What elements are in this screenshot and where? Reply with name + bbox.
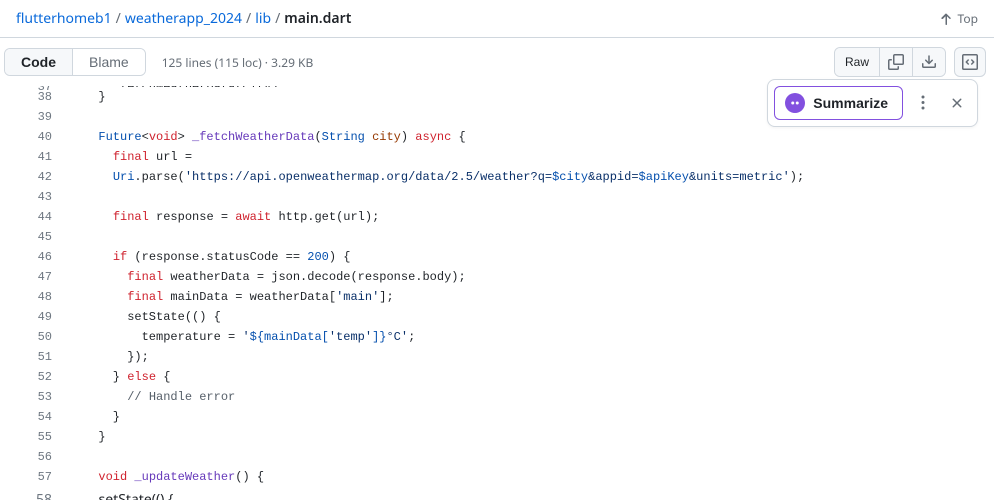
line-number[interactable]: 44 <box>0 207 68 227</box>
code-line[interactable] <box>68 107 84 127</box>
file-actions-group: Raw <box>834 47 946 77</box>
code-row: 40 Future<void> _fetchWeatherData(String… <box>0 127 994 147</box>
code-row: 45 <box>0 227 994 247</box>
code-line[interactable]: } <box>68 407 120 427</box>
code-row: 42 Uri.parse('https://api.openweathermap… <box>0 167 994 187</box>
blame-tab[interactable]: Blame <box>72 49 145 75</box>
scroll-top-link[interactable]: Top <box>938 10 978 27</box>
code-line[interactable]: final url = <box>68 147 192 167</box>
code-bottom-truncate: 58 setState(() { <box>0 490 994 500</box>
code-row: 53 // Handle error <box>0 387 994 407</box>
line-number[interactable]: 39 <box>0 107 68 127</box>
breadcrumb-separator: / <box>246 9 251 28</box>
line-number[interactable]: 45 <box>0 227 68 247</box>
scroll-top-label: Top <box>958 10 978 27</box>
summarize-panel: Summarize <box>767 79 978 127</box>
kebab-icon <box>915 95 931 111</box>
code-line[interactable]: temperature = '${mainData['temp']}°C'; <box>68 327 415 347</box>
arrow-up-icon <box>938 11 954 27</box>
toolbar-left: Code Blame 125 lines (115 loc) · 3.29 KB <box>4 48 313 76</box>
code-line[interactable]: final response = await http.get(url); <box>68 207 379 227</box>
line-number[interactable]: 40 <box>0 127 68 147</box>
close-icon <box>949 95 965 111</box>
line-number[interactable]: 46 <box>0 247 68 267</box>
copy-icon <box>888 54 904 70</box>
breadcrumb-folder[interactable]: lib <box>255 9 271 28</box>
code-line[interactable]: } else { <box>68 367 170 387</box>
code-row: 51 }); <box>0 347 994 367</box>
toolbar-right: Raw <box>834 47 986 77</box>
code-row: 52 } else { <box>0 367 994 387</box>
breadcrumb: flutterhomeb1 / weatherapp_2024 / lib / … <box>16 9 351 28</box>
close-summarize-button[interactable] <box>943 89 971 117</box>
copy-button[interactable] <box>880 48 912 76</box>
code-row: 43 <box>0 187 994 207</box>
symbols-panel-button[interactable] <box>954 47 986 77</box>
breadcrumb-repo[interactable]: weatherapp_2024 <box>125 9 242 28</box>
code-line[interactable] <box>68 447 84 467</box>
code-row: 44 final response = await http.get(url); <box>0 207 994 227</box>
code-line[interactable]: setState(() { <box>68 307 221 327</box>
code-row: 49 setState(() { <box>0 307 994 327</box>
summarize-label: Summarize <box>813 95 888 111</box>
line-number[interactable]: 50 <box>0 327 68 347</box>
code-line[interactable]: Uri.parse('https://api.openweathermap.or… <box>68 167 804 187</box>
line-number[interactable]: 42 <box>0 167 68 187</box>
code-row: 56 <box>0 447 994 467</box>
line-number[interactable]: 54 <box>0 407 68 427</box>
line-number[interactable]: 58 <box>0 490 68 500</box>
code-line[interactable]: Future<void> _fetchWeatherData(String ci… <box>68 127 466 147</box>
line-number[interactable]: 41 <box>0 147 68 167</box>
copilot-icon <box>785 93 805 113</box>
summarize-button[interactable]: Summarize <box>774 86 903 120</box>
breadcrumb-separator: / <box>116 9 121 28</box>
code-line: _fetchWeatherData(city); <box>68 86 286 87</box>
raw-button[interactable]: Raw <box>835 48 880 76</box>
more-options-button[interactable] <box>909 89 937 117</box>
line-number[interactable]: 49 <box>0 307 68 327</box>
breadcrumb-file: main.dart <box>284 9 351 28</box>
code-line[interactable]: // Handle error <box>68 387 235 407</box>
line-number[interactable]: 57 <box>0 467 68 487</box>
download-icon <box>921 54 937 70</box>
line-number[interactable]: 56 <box>0 447 68 467</box>
code-line[interactable]: } <box>68 427 106 447</box>
line-number[interactable]: 48 <box>0 287 68 307</box>
code-row: 41 final url = <box>0 147 994 167</box>
download-button[interactable] <box>912 48 945 76</box>
breadcrumb-root[interactable]: flutterhomeb1 <box>16 9 112 28</box>
code-line[interactable] <box>68 187 84 207</box>
code-row: 57 void _updateWeather() { <box>0 467 994 487</box>
line-number[interactable]: 52 <box>0 367 68 387</box>
code-row: 55 } <box>0 427 994 447</box>
code-row: 50 temperature = '${mainData['temp']}°C'… <box>0 327 994 347</box>
code-row: 48 final mainData = weatherData['main']; <box>0 287 994 307</box>
code-line[interactable]: void _updateWeather() { <box>68 467 264 487</box>
breadcrumb-separator: / <box>275 9 280 28</box>
code-line[interactable] <box>68 227 84 247</box>
code-blame-segment: Code Blame <box>4 48 146 76</box>
code-tab[interactable]: Code <box>5 49 72 75</box>
line-number[interactable]: 55 <box>0 427 68 447</box>
line-number[interactable]: 51 <box>0 347 68 367</box>
code-line[interactable]: if (response.statusCode == 200) { <box>68 247 350 267</box>
symbols-icon <box>962 54 978 70</box>
code-line: setState(() { <box>68 490 173 500</box>
breadcrumb-bar: flutterhomeb1 / weatherapp_2024 / lib / … <box>0 0 994 38</box>
code-row: 46 if (response.statusCode == 200) { <box>0 247 994 267</box>
code-view[interactable]: 37 _fetchWeatherData(city); 38 }3940 Fut… <box>0 86 994 487</box>
code-line[interactable]: } <box>68 87 106 107</box>
code-line[interactable]: }); <box>68 347 149 367</box>
line-number[interactable]: 47 <box>0 267 68 287</box>
code-line[interactable]: final weatherData = json.decode(response… <box>68 267 466 287</box>
code-line[interactable]: final mainData = weatherData['main']; <box>68 287 394 307</box>
line-number[interactable]: 53 <box>0 387 68 407</box>
file-meta: 125 lines (115 loc) · 3.29 KB <box>162 54 314 71</box>
line-number[interactable]: 38 <box>0 87 68 107</box>
code-row: 47 final weatherData = json.decode(respo… <box>0 267 994 287</box>
line-number[interactable]: 43 <box>0 187 68 207</box>
code-row: 54 } <box>0 407 994 427</box>
